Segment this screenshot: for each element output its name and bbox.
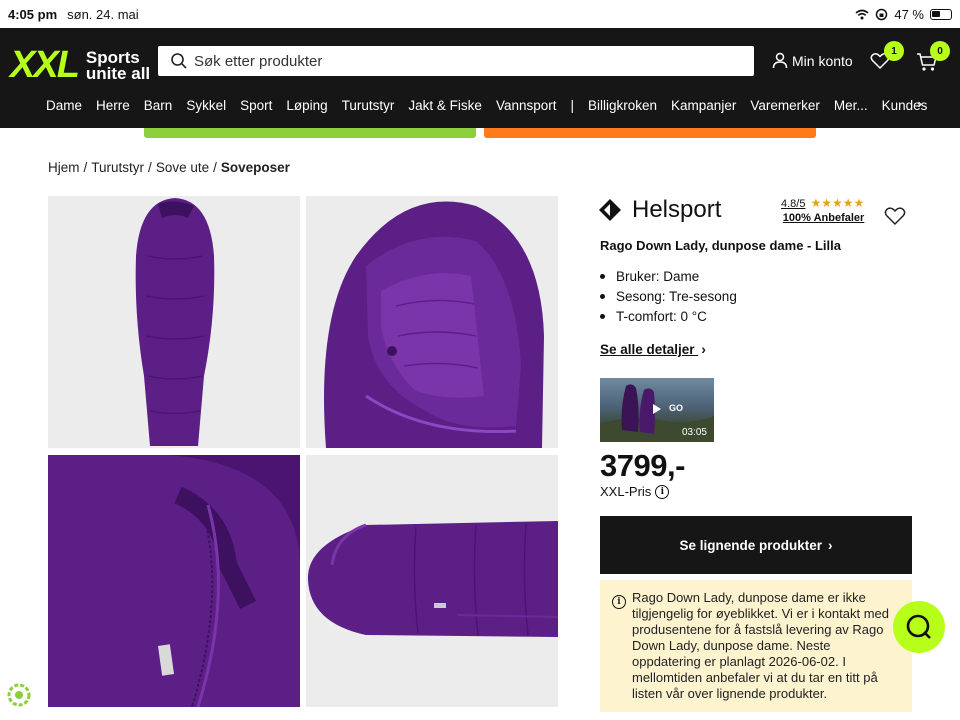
- nav-item-herre[interactable]: Herre: [96, 98, 130, 113]
- feature-item: Bruker: Dame: [600, 266, 737, 286]
- status-icons: 47 %: [855, 7, 952, 22]
- search-icon: [171, 53, 187, 69]
- nav-item-sykkel[interactable]: Sykkel: [186, 98, 226, 113]
- chevron-right-icon: ›: [828, 537, 833, 553]
- nav-item-vannsport[interactable]: Vannsport: [496, 98, 557, 113]
- nav-item-billigkroken[interactable]: Billigkroken: [588, 98, 657, 113]
- logo-tagline: Sports unite all: [85, 49, 151, 83]
- similar-button-label: Se lignende produkter: [679, 537, 823, 553]
- product-image-2[interactable]: [306, 196, 558, 448]
- see-similar-products-button[interactable]: Se lignende produkter ›: [600, 516, 912, 574]
- wishlist-count-badge: 1: [884, 41, 904, 61]
- main-nav: Dame Herre Barn Sykkel Sport Løping Turu…: [0, 94, 960, 116]
- brand-name: Helsport: [632, 196, 722, 223]
- nav-item-varemerker[interactable]: Varemerker: [750, 98, 820, 113]
- details-label: Se alle detaljer: [600, 342, 695, 357]
- nav-item-sport[interactable]: Sport: [240, 98, 272, 113]
- product-title: Rago Down Lady, dunpose dame - Lilla: [600, 238, 842, 253]
- breadcrumb-separator: /: [148, 160, 152, 175]
- add-to-wishlist-button[interactable]: [884, 206, 906, 231]
- video-duration: 03:05: [681, 427, 707, 438]
- availability-notice-text: Rago Down Lady, dunpose dame er ikke til…: [632, 590, 889, 701]
- helsport-logo-icon: [599, 199, 621, 221]
- nav-item-kampanjer[interactable]: Kampanjer: [671, 98, 736, 113]
- cookie-icon: [7, 683, 31, 707]
- product-video-thumbnail[interactable]: GO 03:05: [600, 378, 714, 442]
- nav-separator: |: [570, 97, 574, 113]
- status-bar: 4:05 pm søn. 24. mai 47 %: [0, 0, 960, 28]
- cart-button[interactable]: 0: [916, 41, 950, 77]
- video-label: GO: [669, 403, 684, 413]
- brand-block[interactable]: Helsport: [598, 196, 721, 224]
- nav-scroll-right-icon[interactable]: ›: [918, 96, 922, 111]
- cart-count-badge: 0: [930, 41, 950, 61]
- account-label: Min konto: [792, 52, 853, 69]
- rating-stars-icon: ★★★★★: [810, 196, 865, 210]
- orientation-lock-icon: [876, 8, 888, 20]
- breadcrumb-current: Soveposer: [220, 160, 290, 175]
- search-input[interactable]: [194, 52, 734, 70]
- breadcrumb-sove-ute[interactable]: Sove ute: [156, 160, 209, 175]
- rating-block[interactable]: 4.8/5 ★★★★★ 100% Anbefaler: [781, 196, 864, 224]
- product-image-3[interactable]: [48, 455, 300, 707]
- nav-item-dame[interactable]: Dame: [46, 98, 82, 113]
- breadcrumb-home[interactable]: Hjem: [48, 160, 80, 175]
- nav-item-turutstyr[interactable]: Turutstyr: [342, 98, 395, 113]
- price-label-row: XXL-Pris i: [600, 484, 670, 499]
- chat-icon: [906, 614, 931, 639]
- chat-button[interactable]: [893, 601, 945, 653]
- status-time: 4:05 pm: [8, 6, 58, 22]
- cookie-settings-button[interactable]: [6, 682, 32, 713]
- chevron-right-icon: ›: [701, 342, 706, 357]
- nav-item-jakt-fiske[interactable]: Jakt & Fiske: [408, 98, 482, 113]
- nav-item-loping[interactable]: Løping: [286, 98, 327, 113]
- info-icon: i: [612, 592, 626, 609]
- feature-list: Bruker: Dame Sesong: Tre-sesong T-comfor…: [600, 266, 737, 326]
- availability-notice: i Rago Down Lady, dunpose dame er ikke t…: [600, 580, 912, 712]
- status-date: søn. 24. mai: [67, 6, 139, 22]
- xxl-logo[interactable]: XXL Sports unite all: [10, 44, 150, 87]
- wifi-icon: [855, 9, 869, 19]
- price-label: XXL-Pris: [600, 484, 652, 499]
- user-icon: [772, 52, 788, 69]
- site-header: XXL Sports unite all Min konto 1 0 Dame …: [0, 28, 960, 128]
- nav-item-mer[interactable]: Mer...: [834, 98, 868, 113]
- breadcrumb-turutstyr[interactable]: Turutstyr: [91, 160, 144, 175]
- info-icon[interactable]: i: [655, 484, 670, 499]
- breadcrumb-separator: /: [83, 160, 88, 175]
- promo-banner-orange[interactable]: [484, 128, 816, 138]
- battery-percent: 47 %: [894, 6, 924, 22]
- product-image-1[interactable]: [48, 196, 300, 448]
- promo-banner-green[interactable]: [144, 128, 476, 138]
- nav-item-barn[interactable]: Barn: [144, 98, 173, 113]
- product-image-4[interactable]: [306, 455, 558, 707]
- logo-wordmark: XXL: [10, 44, 80, 86]
- rating-score: 4.8/5: [781, 198, 806, 210]
- logo-tagline-line2: unite all: [85, 63, 151, 83]
- breadcrumb-separator: /: [213, 160, 217, 175]
- play-icon: [653, 404, 661, 414]
- search-bar[interactable]: [158, 46, 754, 76]
- account-link[interactable]: Min konto: [772, 52, 853, 69]
- battery-icon: [930, 8, 952, 20]
- product-price: 3799,-: [600, 448, 685, 483]
- feature-item: Sesong: Tre-sesong: [600, 286, 737, 306]
- wishlist-button[interactable]: 1: [870, 41, 904, 75]
- recommend-percentage[interactable]: 100% Anbefaler: [781, 212, 865, 224]
- breadcrumb: Hjem / Turutstyr / Sove ute / Soveposer: [48, 160, 290, 175]
- see-all-details-link[interactable]: Se alle detaljer ›: [600, 342, 706, 357]
- heart-outline-icon: [884, 207, 906, 226]
- feature-item: T-comfort: 0 °C: [600, 306, 737, 326]
